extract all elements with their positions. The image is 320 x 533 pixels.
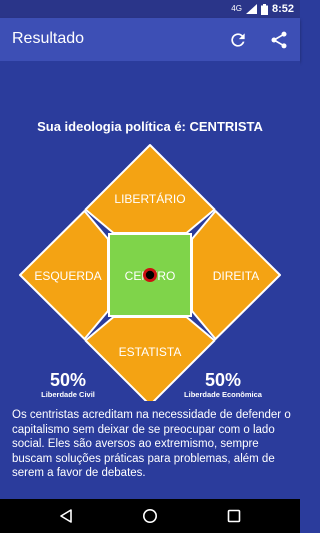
app-bar: Resultado xyxy=(0,18,300,61)
recents-button[interactable] xyxy=(224,506,244,526)
label-esquerda: ESQUERDA xyxy=(34,269,101,283)
back-triangle-icon xyxy=(60,509,72,523)
status-bar: 4G 8:52 xyxy=(0,0,300,18)
economic-liberty-value: 50% xyxy=(204,370,242,390)
label-estatista: ESTATISTA xyxy=(119,345,182,359)
ideology-diagram: LIBERTÁRIO ESQUERDA DIREITA ESTATISTA CE… xyxy=(19,144,281,401)
home-button[interactable] xyxy=(140,506,160,526)
home-circle-icon xyxy=(143,509,157,523)
civil-liberty: 50% Liberdade Civil xyxy=(28,370,108,399)
label-libertario: LIBERTÁRIO xyxy=(114,191,185,206)
quadrant-libertario xyxy=(84,144,216,234)
signal-icon xyxy=(245,4,257,14)
network-type: 4G xyxy=(231,4,242,13)
economic-liberty: 50% Liberdade Econômica xyxy=(183,370,263,399)
back-button[interactable] xyxy=(56,506,76,526)
battery-icon xyxy=(260,3,268,15)
position-marker xyxy=(143,268,157,282)
label-direita: DIREITA xyxy=(213,269,259,283)
economic-liberty-label: Liberdade Econômica xyxy=(184,390,262,399)
status-icons: 4G 8:52 xyxy=(231,2,294,16)
result-content: Sua ideologia política é: CENTRISTA LIBE… xyxy=(0,61,300,499)
share-icon xyxy=(271,31,287,49)
share-button[interactable] xyxy=(266,27,292,53)
ideology-description: Os centristas acreditam na necessidade d… xyxy=(12,409,291,479)
navigation-bar xyxy=(0,499,300,533)
status-time: 8:52 xyxy=(271,3,294,15)
page-title: Resultado xyxy=(12,30,85,47)
refresh-button[interactable] xyxy=(225,27,251,53)
civil-liberty-value: 50% xyxy=(49,370,87,390)
recents-square-icon xyxy=(227,509,241,523)
refresh-icon xyxy=(231,33,245,47)
civil-liberty-label: Liberdade Civil xyxy=(41,390,95,399)
